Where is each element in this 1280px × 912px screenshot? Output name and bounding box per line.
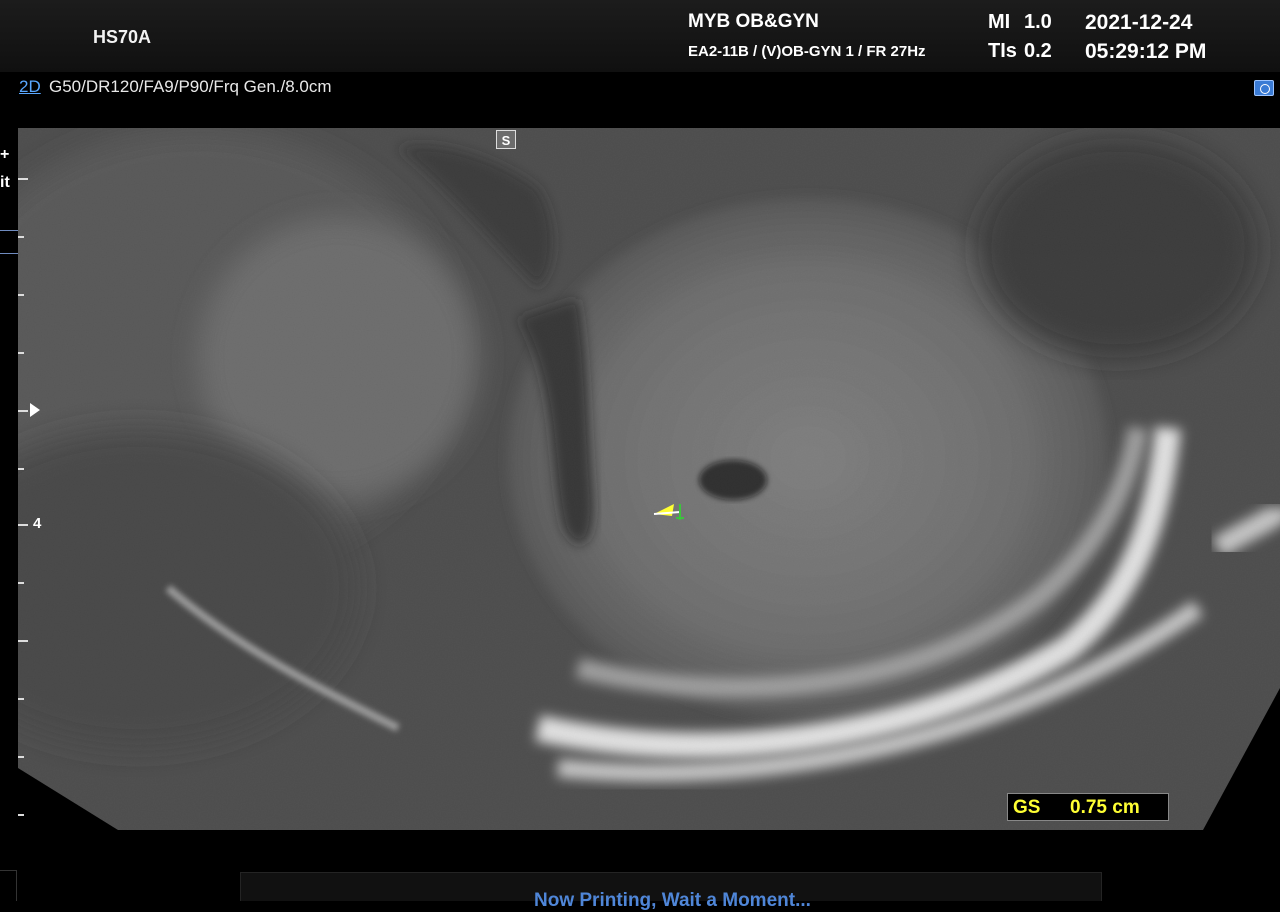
status-panel: Now Printing, Wait a Moment... <box>240 872 1102 911</box>
caliper-icon[interactable] <box>650 498 690 524</box>
exam-date: 2021-12-24 <box>1085 11 1193 34</box>
camera-icon[interactable] <box>1254 80 1274 96</box>
exam-time: 05:29:12 PM <box>1085 40 1207 63</box>
measurement-value: 0.75 cm <box>1070 797 1140 818</box>
orientation-marker: S <box>496 130 516 149</box>
side-plus-label: + <box>0 146 10 163</box>
left-panel-stub <box>0 870 17 901</box>
depth-scale <box>18 128 28 830</box>
focus-marker-icon[interactable] <box>30 403 40 417</box>
device-model: HS70A <box>93 27 152 47</box>
tis-label: TIs <box>988 40 1017 62</box>
depth-label: 4 <box>33 515 42 532</box>
scan-sector <box>18 128 1280 830</box>
ultrasound-image <box>18 128 1280 830</box>
probe-info: EA2-11B / (V)OB-GYN 1 / FR 27Hz <box>688 43 926 60</box>
printing-status: Now Printing, Wait a Moment... <box>534 890 811 911</box>
hospital-name: MYB OB&GYN <box>688 11 819 32</box>
side-control-box[interactable] <box>0 230 20 254</box>
imaging-mode[interactable]: 2D <box>19 77 41 97</box>
measurement-result: GS 0.75 cm <box>1007 793 1169 821</box>
imaging-parameters: G50/DR120/FA9/P90/Frq Gen./8.0cm <box>49 77 332 96</box>
mi-label: MI <box>988 11 1011 33</box>
mi-value: 1.0 <box>1024 11 1052 33</box>
side-it-label: it <box>0 174 10 191</box>
header-bar: HS70A MYB OB&GYN EA2-11B / (V)OB-GYN 1 /… <box>0 0 1280 72</box>
measurement-label: GS <box>1013 797 1041 818</box>
tis-value: 0.2 <box>1024 40 1052 62</box>
